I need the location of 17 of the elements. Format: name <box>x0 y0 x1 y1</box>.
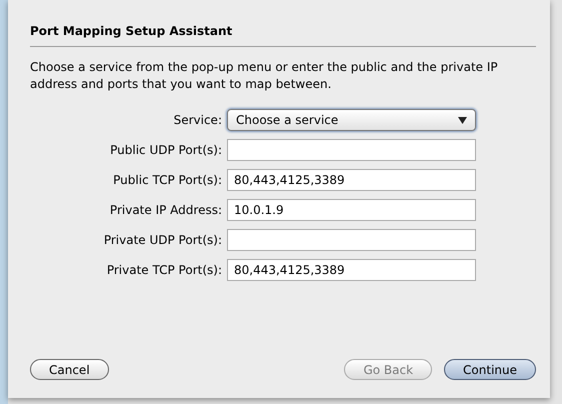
port-field[interactable] <box>227 139 476 161</box>
dialog-title: Port Mapping Setup Assistant <box>29 24 234 38</box>
field-label: Public TCP Port(s): <box>112 173 222 187</box>
continue-button[interactable]: Continue <box>444 359 536 380</box>
port-field[interactable]: 10.0.1.9 <box>227 199 476 221</box>
caret-icon <box>458 116 467 124</box>
service-popup[interactable]: Choose a service <box>227 109 476 131</box>
instructions-text: Choose a service from the pop-up menu or enter the public and the private IP address and ports that you want to map between. <box>30 59 499 93</box>
port-field[interactable]: 80,443,4125,3389 <box>227 259 476 281</box>
field-label: Service: <box>172 113 222 127</box>
field-label: Private TCP Port(s): <box>106 263 222 277</box>
field-label: Private UDP Port(s): <box>102 233 222 247</box>
field-label: Private IP Address: <box>108 203 222 217</box>
port-field[interactable]: 80,443,4125,3389 <box>227 169 476 191</box>
field-label: Public UDP Port(s): <box>109 143 222 157</box>
cancel-button[interactable]: Cancel <box>30 359 109 380</box>
port-field[interactable] <box>227 229 476 251</box>
